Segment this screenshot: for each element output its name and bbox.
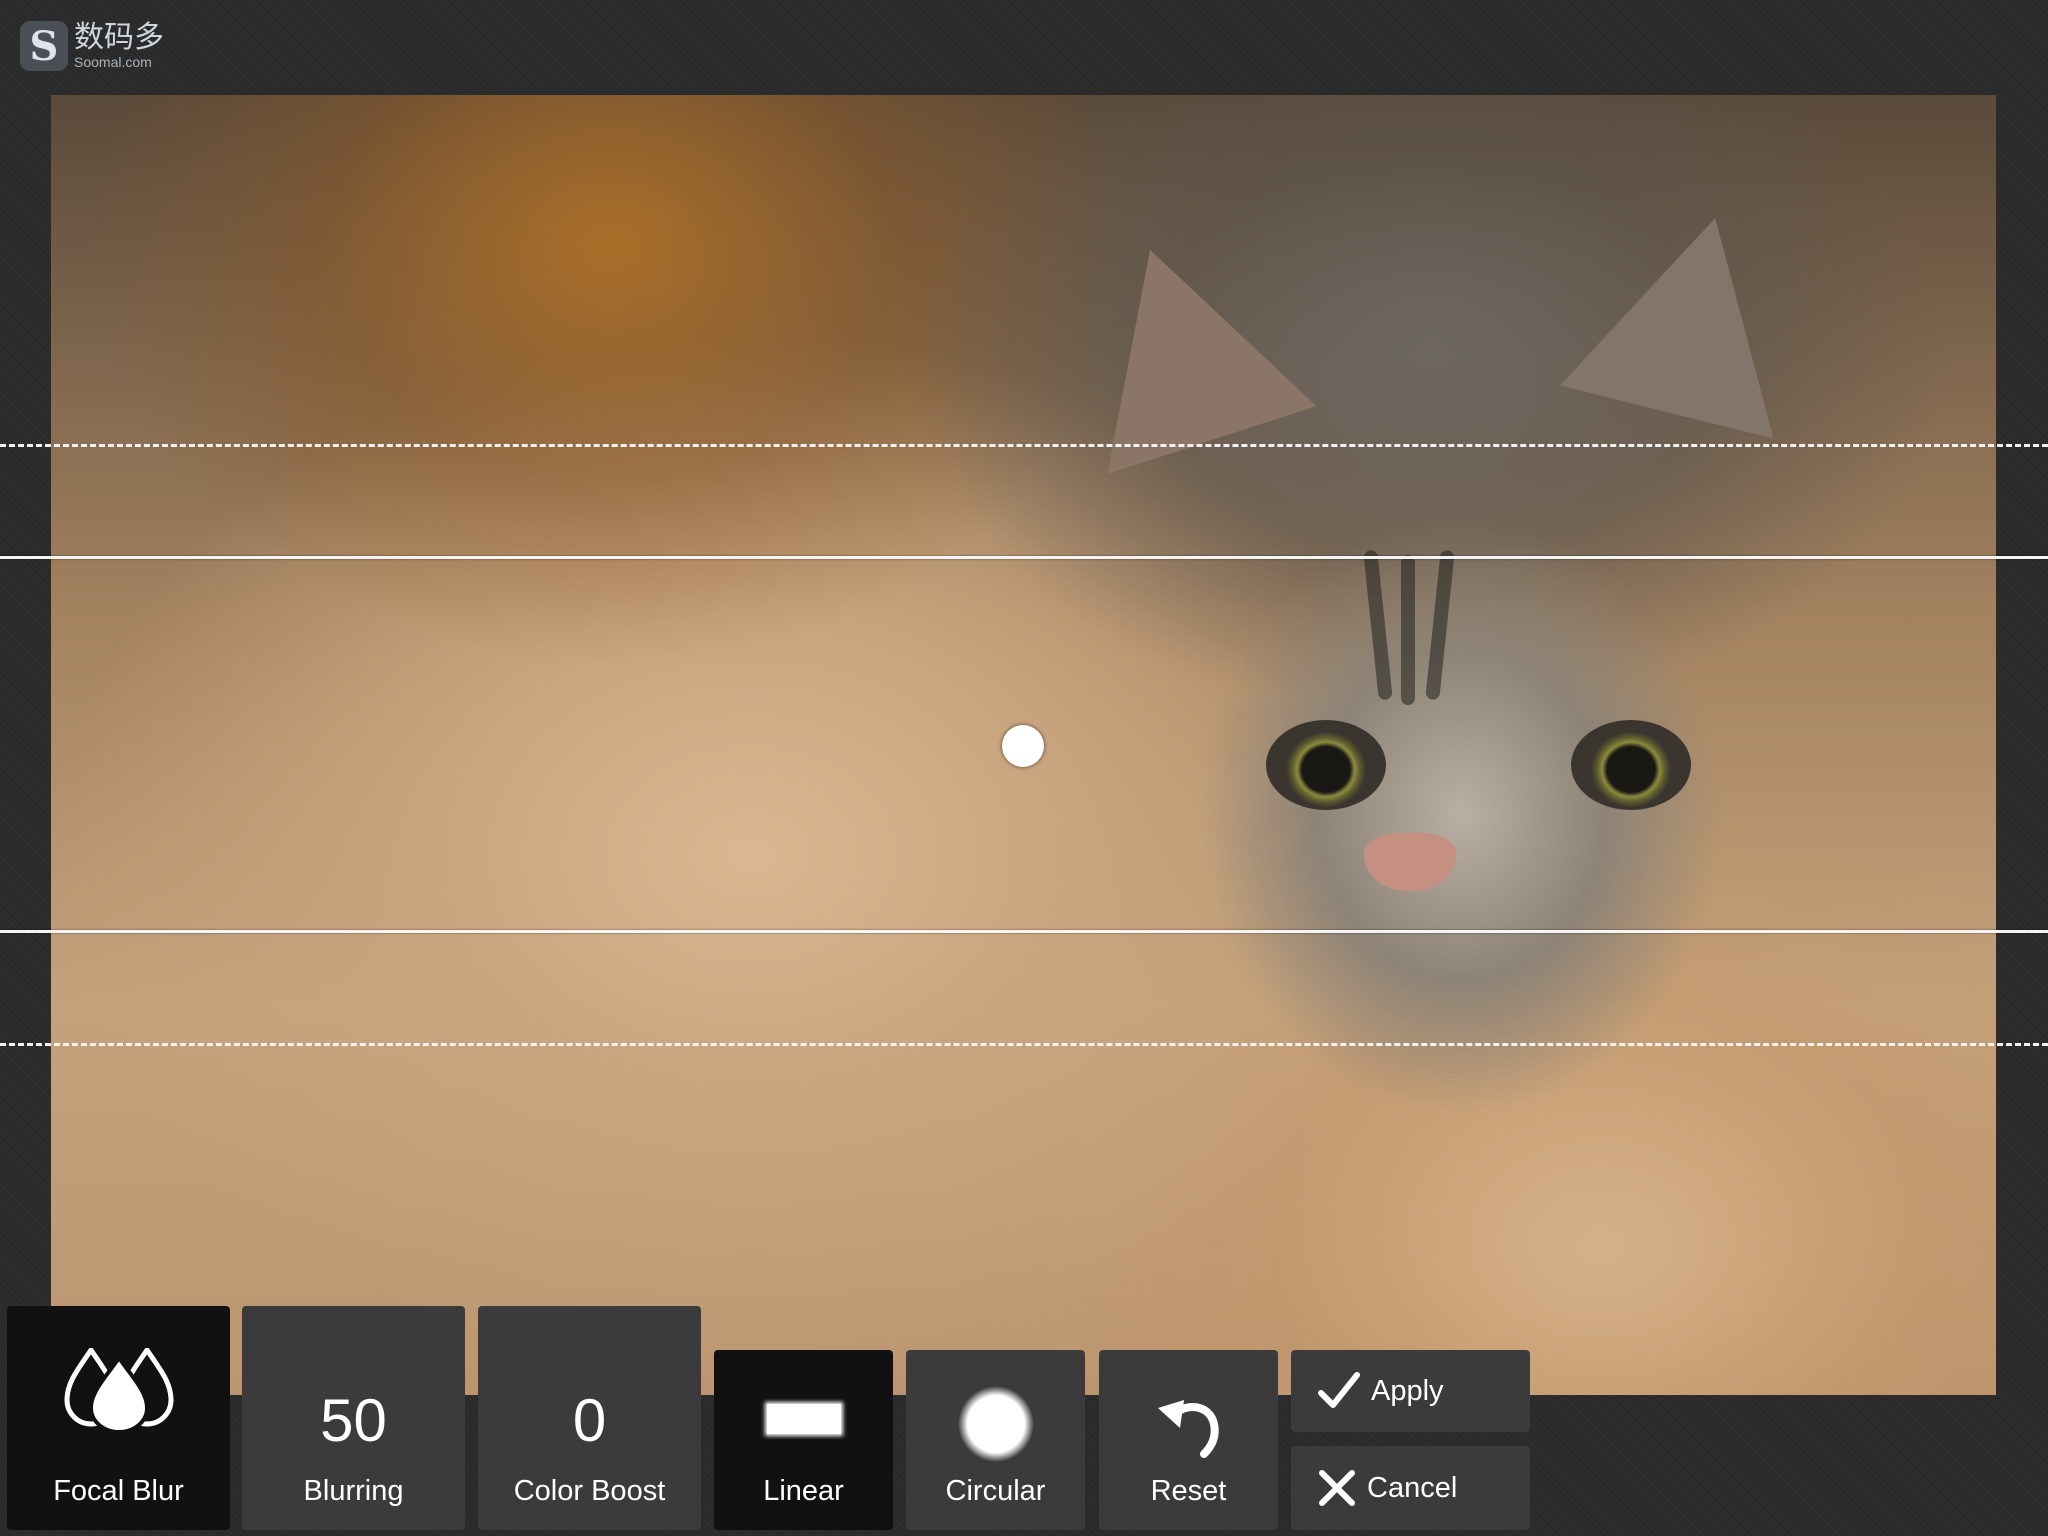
linear-shape-button[interactable]: Linear: [714, 1350, 893, 1530]
cat-stripe: [1401, 555, 1415, 705]
cat-ear-left: [1045, 215, 1317, 475]
cat-eye-left: [1266, 720, 1386, 810]
focal-blur-label: Focal Blur: [53, 1475, 184, 1507]
cat-stripe: [1363, 549, 1393, 701]
focus-line-bottom[interactable]: [0, 930, 2048, 933]
blurring-control[interactable]: 50 Blurring: [242, 1306, 465, 1530]
cancel-label: Cancel: [1367, 1471, 1458, 1504]
cat-eye-right: [1571, 720, 1691, 810]
circular-label: Circular: [945, 1475, 1046, 1507]
bottom-toolbar: Focal Blur 50 Blurring 0 Color Boost Lin…: [0, 1300, 2048, 1536]
watermark-en: Soomal.com: [74, 54, 152, 70]
color-boost-label: Color Boost: [513, 1475, 666, 1507]
linear-label: Linear: [763, 1475, 844, 1507]
focal-blur-tool[interactable]: Focal Blur: [7, 1306, 230, 1530]
cat-nose: [1364, 833, 1456, 891]
cat-stripe: [1425, 549, 1455, 701]
watermark-s-logo: S: [20, 21, 68, 71]
blurring-label: Blurring: [303, 1475, 404, 1507]
reset-label: Reset: [1150, 1475, 1227, 1507]
blurring-value: 50: [320, 1387, 387, 1454]
linear-shape-icon: [764, 1402, 843, 1436]
watermark-cn: 数码多: [74, 20, 164, 55]
x-icon: [1319, 1470, 1355, 1506]
focus-center-handle[interactable]: [1002, 725, 1044, 767]
apply-button[interactable]: Apply: [1291, 1350, 1530, 1432]
apply-label: Apply: [1371, 1374, 1444, 1407]
outer-guide-bottom[interactable]: [0, 1043, 2048, 1046]
focus-line-top[interactable]: [0, 556, 2048, 559]
checkmark-icon: [1318, 1372, 1360, 1408]
cancel-button[interactable]: Cancel: [1291, 1446, 1530, 1530]
reset-button[interactable]: Reset: [1099, 1350, 1278, 1530]
color-boost-value: 0: [572, 1387, 607, 1454]
cat-ear-right: [1560, 191, 1822, 439]
color-boost-control[interactable]: 0 Color Boost: [478, 1306, 701, 1530]
outer-guide-top[interactable]: [0, 444, 2048, 447]
watermark-logo: S 数码多 Soomal.com: [20, 18, 164, 74]
circular-shape-icon: [957, 1386, 1034, 1462]
undo-arrow-icon: [1157, 1400, 1219, 1458]
watermark-text: 数码多 Soomal.com: [74, 20, 164, 70]
drops-icon: [63, 1348, 174, 1432]
circular-shape-button[interactable]: Circular: [906, 1350, 1085, 1530]
